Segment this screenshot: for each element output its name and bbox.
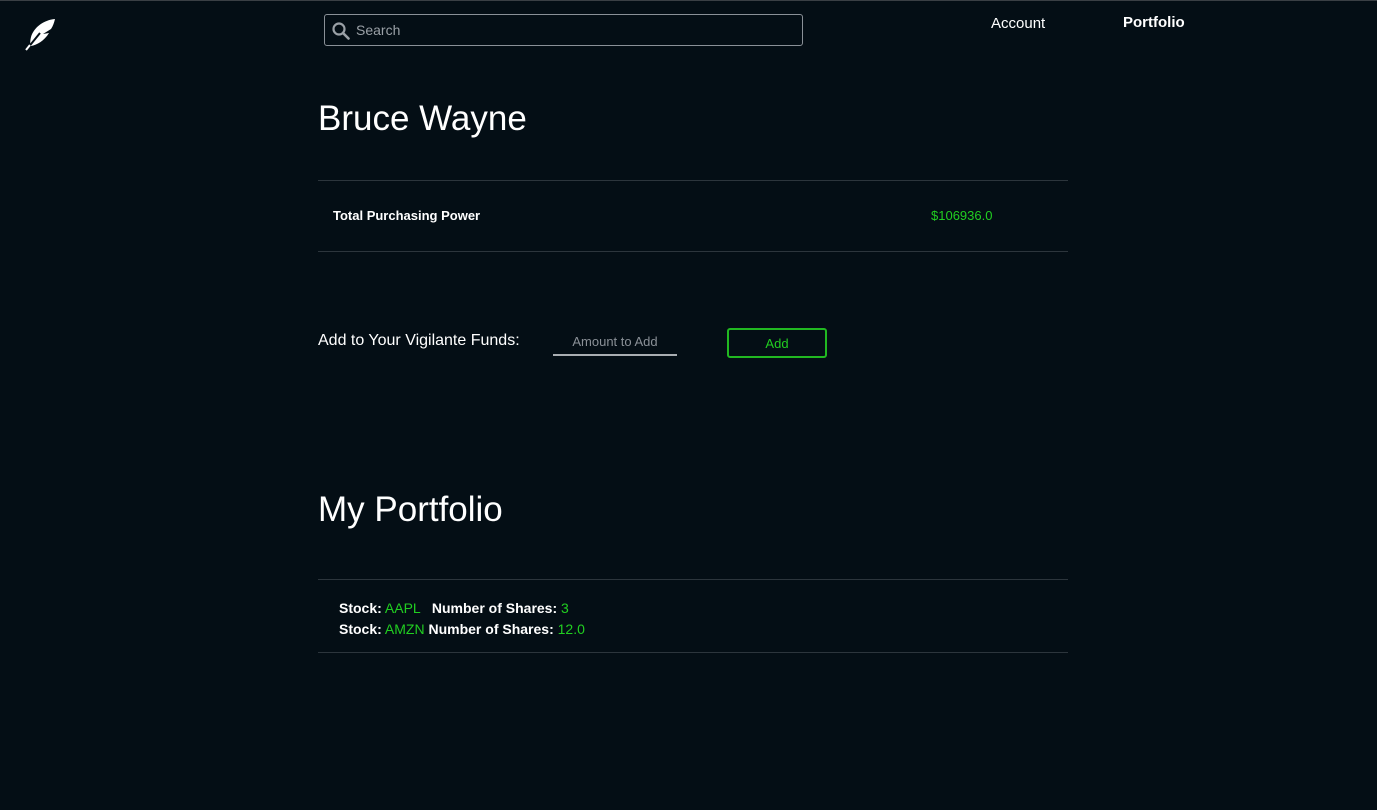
nav-portfolio-link[interactable]: Portfolio (1123, 14, 1185, 31)
stock-symbol: AMZN (384, 621, 425, 637)
purchasing-power-value: $106936.0 (931, 208, 993, 223)
divider (318, 180, 1068, 181)
list-item: Stock: AMZN Number of Shares: 12.0 (339, 619, 585, 640)
stock-symbol: AAPL (384, 600, 421, 616)
add-funds-label: Add to Your Vigilante Funds: (318, 332, 520, 349)
stock-label: Stock: (339, 621, 382, 637)
holdings-list: Stock: AAPL Number of Shares: 3 Stock: A… (339, 598, 585, 640)
search-box (324, 14, 803, 46)
nav-account-link[interactable]: Account (991, 15, 1045, 32)
shares-label: Number of Shares: (431, 600, 558, 616)
search-input[interactable] (356, 15, 796, 45)
feather-icon[interactable] (24, 17, 58, 51)
divider (318, 579, 1068, 580)
search-icon (332, 22, 350, 40)
shares-value: 3 (561, 600, 569, 616)
divider (318, 652, 1068, 653)
shares-label: Number of Shares: (428, 621, 554, 637)
page-title: Bruce Wayne (318, 99, 527, 138)
purchasing-power-label: Total Purchasing Power (333, 208, 481, 223)
stock-label: Stock: (339, 600, 382, 616)
shares-value: 12.0 (557, 621, 585, 637)
portfolio-title: My Portfolio (318, 490, 503, 529)
divider (318, 251, 1068, 252)
amount-input[interactable] (553, 329, 677, 356)
add-button[interactable]: Add (727, 328, 827, 358)
list-item: Stock: AAPL Number of Shares: 3 (339, 598, 585, 619)
